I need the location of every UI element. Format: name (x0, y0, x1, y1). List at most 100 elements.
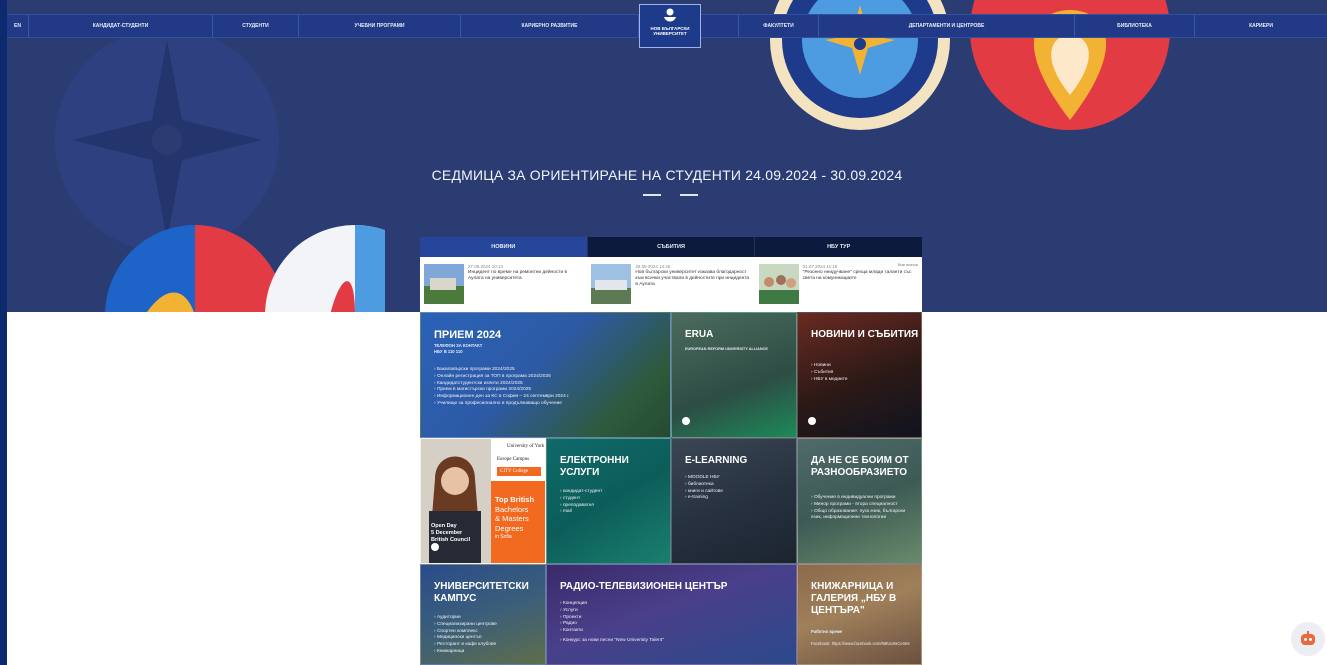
all-news-link[interactable]: Виж всички (898, 263, 918, 267)
york-event-1: Open Day (431, 523, 457, 529)
news-headline: Нов български университет изказва благод… (635, 270, 750, 287)
page-frame: EN Кандидат-студенти Студенти Учебни про… (0, 0, 1327, 665)
tile-link[interactable]: библиотека (685, 482, 723, 489)
nav-prospective-students[interactable]: Кандидат-студенти (29, 15, 213, 37)
york-college: CITY College (497, 467, 541, 476)
tile-link[interactable]: e-training (685, 495, 723, 502)
nav-careers[interactable]: Кариери (1195, 15, 1327, 37)
york-headline-1: Top British (495, 495, 535, 504)
chat-bot-icon (1301, 631, 1315, 645)
tile-link[interactable]: Ресторант и кафе клубове (434, 642, 497, 649)
tile-links: Концепция Услуги Проекти Радио Контакти … (560, 601, 664, 645)
nav-library[interactable]: Библиотека (1075, 15, 1195, 37)
logo-line-2: УНИВЕРСИТЕТ (653, 31, 687, 36)
nav-departments[interactable]: Департаменти и центрове (819, 15, 1075, 37)
news-headline: Инцидент по време на ремонтни дейности в… (468, 270, 568, 281)
tile-bookstore-gallery[interactable]: КНИЖАРНИЦА И ГАЛЕРИЯ „НБУ В ЦЕНТЪРА" Раб… (797, 564, 922, 665)
tile-link[interactable]: mail (560, 509, 602, 516)
tile-york-city-college[interactable]: University of York Europe Campus CITY Co… (420, 438, 546, 564)
tile-title: НОВИНИ И СЪБИТИЯ (811, 329, 919, 340)
nav-lang-en[interactable]: EN (7, 15, 29, 37)
tile-link[interactable]: Училище за професионално и продължаващо … (434, 401, 570, 408)
tile-news-events[interactable]: НОВИНИ И СЪБИТИЯ Новини Събития НБУ в ме… (797, 312, 922, 438)
tile-links: Бакалавърски програми 2024/2025 Онлайн р… (434, 367, 570, 408)
tile-radio-tv-center[interactable]: РАДИО-ТЕЛЕВИЗИОНЕН ЦЕНТЪР Концепция Услу… (546, 564, 797, 665)
tile-title: УНИВЕРСИТЕТСКИ КАМПУС (434, 581, 529, 604)
tile-diversity[interactable]: ДА НЕ СЕ БОИМ ОТ РАЗНООБРАЗИЕТО Обучение… (797, 438, 922, 564)
tile-link[interactable]: Услуги (560, 608, 664, 615)
play-icon[interactable] (808, 417, 816, 425)
hero-title: СЕДМИЦА ЗА ОРИЕНТИРАНЕ НА СТУДЕНТИ 24.09… (431, 167, 903, 183)
tile-e-services[interactable]: ЕЛЕКТРОННИ УСЛУГИ кандидат-студент студе… (546, 438, 671, 564)
tile-links: MOODLE НБУ библиотека книги и сайтове e-… (685, 475, 723, 502)
tile-link[interactable]: Книжарница (434, 649, 497, 656)
hero-decor-bottom-left (105, 225, 385, 312)
tile-link[interactable]: Контакти (560, 628, 664, 635)
tile-subtitle: EUROPEAN REFORM UNIVERSITY ALLIANCE (685, 347, 768, 351)
tile-link[interactable]: студент (560, 496, 602, 503)
tile-link[interactable]: Аудитории (434, 615, 497, 622)
slider-dot-1[interactable] (643, 194, 661, 196)
york-headline-5: in Sofia (495, 534, 512, 540)
news-item[interactable]: 26.09.2024 14:25 Нов български университ… (587, 257, 754, 312)
tile-title: ПРИЕМ 2024 (434, 329, 502, 341)
tile-erua[interactable]: ERUA EUROPEAN REFORM UNIVERSITY ALLIANCE (671, 312, 797, 438)
news-item[interactable]: 01.07.2024 11:18 "Резонно неидучване" ср… (755, 257, 922, 312)
york-headline-3: & Masters (495, 514, 529, 523)
nav-career[interactable]: Кариерно развитие (461, 15, 639, 37)
tile-facebook-link[interactable]: Facebook: https://www.facebook.com/NBUar… (811, 641, 919, 647)
tile-link[interactable]: Новини (811, 363, 848, 370)
tile-link[interactable]: MOODLE НБУ (685, 475, 723, 482)
tile-links: Обучение в индивидуални програми Минор п… (811, 495, 916, 522)
news-thumbnail (424, 264, 464, 304)
news-strip: Виж всички 27.09.2024 10:13 Инцидент по … (420, 257, 922, 312)
tile-link[interactable]: Концепция (560, 601, 664, 608)
nav-students[interactable]: Студенти (213, 15, 299, 37)
tile-link[interactable]: кандидат-студент (560, 489, 602, 496)
nav-faculties[interactable]: Факултети (739, 15, 819, 37)
tile-links: Аудитории Специализирани центрове Спорте… (434, 615, 497, 656)
play-icon[interactable] (682, 417, 690, 425)
tile-title: ERUA (685, 329, 714, 340)
york-event: Open Day 5 December British Council (431, 523, 470, 544)
tile-link[interactable]: Информационен ден за КС в София – 24 сеп… (434, 394, 570, 401)
news-headline: "Резонно неидучване" среща млади таланти… (802, 270, 912, 281)
tile-links: кандидат-студент студент преподавател ma… (560, 489, 602, 516)
play-icon[interactable] (431, 543, 439, 551)
tab-events[interactable]: СЪБИТИЯ (587, 237, 756, 257)
tile-link[interactable]: Онлайн регистрация за ТОП в програма 202… (434, 374, 570, 381)
tiles-grid: ПРИЕМ 2024 ТЕЛЕФОН ЗА КОНТАКТ НБУ В 110 … (420, 312, 922, 665)
nav-programs[interactable]: Учебни програми (299, 15, 461, 37)
tile-links: Новини Събития НБУ в медиите (811, 363, 848, 383)
york-headline-4: Degrees (495, 523, 524, 533)
news-date: 26.09.2024 14:25 (635, 264, 671, 269)
york-logo-panel: University of York Europe Campus CITY Co… (491, 439, 545, 481)
news-thumbnail (591, 264, 632, 304)
tile-e-learning[interactable]: E-LEARNING MOODLE НБУ библиотека книги и… (671, 438, 797, 564)
york-logo: University of York (507, 444, 545, 449)
news-thumbnail (758, 264, 799, 304)
nbu-logo[interactable]: НОВ БЪЛГАРСКИ УНИВЕРСИТЕТ (639, 4, 701, 48)
tile-link[interactable]: Събития (811, 370, 848, 377)
tile-link[interactable]: Обучение в индивидуални програми (811, 495, 916, 502)
tile-link[interactable]: Минор програми - втора специалност (811, 502, 916, 509)
tab-nbu-tour[interactable]: НБУ ТУР (755, 237, 923, 257)
tile-title: E-LEARNING (685, 455, 748, 466)
news-date: 27.09.2024 10:13 (468, 264, 504, 269)
chat-widget-button[interactable] (1291, 622, 1325, 656)
tile-title: КНИЖАРНИЦА И ГАЛЕРИЯ „НБУ В ЦЕНТЪРА" (811, 581, 897, 616)
tile-title: РАДИО-ТЕЛЕВИЗИОНЕН ЦЕНТЪР (560, 581, 728, 592)
tile-phone-label: ТЕЛЕФОН ЗА КОНТАКТ (434, 343, 483, 348)
tab-news[interactable]: НОВИНИ (420, 237, 588, 257)
tile-link[interactable]: Специализирани центрове (434, 622, 497, 629)
tile-link[interactable]: Бакалавърски програми 2024/2025 (434, 367, 570, 374)
tile-link[interactable]: Общо образование: пуск език, български е… (811, 509, 916, 523)
tile-link[interactable]: НБУ в медиите (811, 377, 848, 384)
tile-campus[interactable]: УНИВЕРСИТЕТСКИ КАМПУС Аудитории Специали… (420, 564, 546, 665)
news-item[interactable]: 27.09.2024 10:13 Инцидент по време на ре… (420, 257, 587, 312)
slider-dot-2[interactable] (680, 194, 698, 196)
browser-viewport: EN Кандидат-студенти Студенти Учебни про… (7, 0, 1327, 665)
tile-link[interactable]: Конкурс за нови песни "New University Ta… (560, 638, 664, 645)
tile-admission[interactable]: ПРИЕМ 2024 ТЕЛЕФОН ЗА КОНТАКТ НБУ В 110 … (420, 312, 671, 438)
tile-phone: НБУ В 110 110 (434, 349, 463, 354)
